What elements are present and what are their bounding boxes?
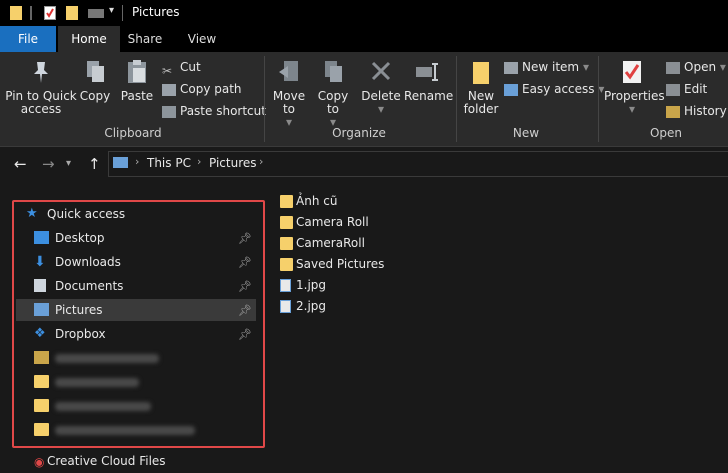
edit-button[interactable]: Edit	[666, 80, 707, 98]
tab-view[interactable]: View	[178, 26, 226, 52]
delete-button[interactable]: Delete ▾	[360, 58, 402, 116]
copy-button[interactable]: Copy	[78, 58, 112, 103]
separator	[456, 56, 457, 142]
image-file-icon	[280, 300, 291, 313]
pictures-icon	[113, 157, 128, 168]
folder-icon	[280, 237, 293, 250]
history-icon	[666, 105, 680, 118]
separator	[264, 56, 265, 142]
move-to-button[interactable]: Move to ▾	[268, 58, 310, 129]
chevron-down-icon: ▾	[377, 102, 385, 116]
breadcrumb-this-pc[interactable]: This PC	[147, 156, 191, 170]
folder-icon	[280, 258, 293, 271]
separator	[598, 56, 599, 142]
recent-locations-chevron-icon[interactable]: ▾	[66, 158, 71, 169]
separator	[122, 5, 123, 21]
folder-icon	[280, 195, 293, 208]
paste-shortcut-button[interactable]: Paste shortcut	[162, 102, 266, 120]
copy-to-icon	[320, 58, 346, 86]
rename-icon[interactable]	[88, 9, 104, 18]
properties-icon	[619, 58, 645, 86]
new-folder-button[interactable]: New folder	[460, 58, 502, 116]
paste-shortcut-icon	[162, 105, 176, 118]
breadcrumb-pictures[interactable]: Pictures	[209, 156, 257, 170]
chevron-down-icon: ▾	[582, 60, 589, 74]
new-folder-icon[interactable]	[66, 6, 78, 20]
tab-home[interactable]: Home	[58, 26, 120, 52]
copy-icon	[82, 58, 108, 86]
cut-button[interactable]: ✂ Cut	[162, 58, 201, 78]
easy-access-icon	[504, 83, 518, 96]
folder-icon	[10, 6, 22, 20]
open-icon	[666, 61, 680, 74]
history-button[interactable]: History	[666, 102, 727, 120]
copy-path-icon	[162, 83, 176, 96]
copy-path-button[interactable]: Copy path	[162, 80, 242, 98]
group-label-open: Open	[649, 126, 683, 140]
chevron-right-icon: ›	[197, 155, 202, 168]
paste-button[interactable]: Paste	[118, 58, 156, 103]
forward-arrow-icon[interactable]: →	[42, 155, 55, 173]
easy-access-button[interactable]: Easy access ▾	[504, 80, 604, 98]
separator	[30, 6, 32, 20]
group-label-new: New	[512, 126, 540, 140]
file-list: Ảnh cũ Camera Roll CameraRoll Saved Pict…	[270, 181, 728, 468]
edit-icon	[666, 83, 680, 96]
new-item-button[interactable]: New item ▾	[504, 58, 589, 76]
ribbon-tabs: File Home Share View	[0, 26, 728, 52]
copy-to-button[interactable]: Copy to ▾	[312, 58, 354, 129]
chevron-down-icon: ▾	[628, 102, 636, 116]
rename-icon	[414, 58, 440, 86]
group-label-organize: Organize	[332, 126, 386, 140]
tab-share[interactable]: Share	[122, 26, 168, 52]
scissors-icon: ✂	[162, 63, 173, 78]
delete-icon	[368, 58, 394, 86]
back-arrow-icon[interactable]: ←	[14, 155, 27, 173]
properties-button[interactable]: Properties ▾	[604, 58, 665, 116]
image-file-icon	[280, 279, 291, 292]
chevron-right-icon: ›	[135, 155, 140, 168]
ribbon: Pin to Quick access Copy Paste ✂ Cut Copy…	[0, 52, 728, 147]
move-to-icon	[276, 58, 302, 86]
new-item-icon	[504, 61, 518, 74]
properties-icon[interactable]	[44, 6, 56, 20]
address-row: ← → ▾ ↑ › This PC › Pictures ›	[0, 147, 728, 181]
pin-icon	[28, 58, 54, 86]
nav-item-creative-cloud-files[interactable]: ◉ Creative Cloud Files	[16, 450, 256, 472]
chevron-down-icon[interactable]: ▾	[109, 5, 121, 19]
pin-to-quick-access-button[interactable]: Pin to Quick access	[4, 58, 78, 116]
rename-button[interactable]: Rename	[404, 58, 453, 103]
chevron-down-icon: ▾	[719, 60, 726, 74]
tab-file[interactable]: File	[0, 26, 56, 52]
group-label-clipboard: Clipboard	[104, 126, 162, 140]
folder-icon	[280, 216, 293, 229]
window-title: Pictures	[132, 5, 180, 19]
address-bar[interactable]: › This PC › Pictures ›	[108, 151, 728, 177]
chevron-right-icon: ›	[259, 155, 264, 168]
open-button[interactable]: Open ▾	[666, 58, 726, 76]
paste-icon	[124, 58, 150, 86]
highlight-box	[12, 200, 265, 448]
up-arrow-icon[interactable]: ↑	[88, 155, 101, 173]
title-bar: ▾ Pictures	[0, 0, 728, 26]
new-folder-icon	[468, 58, 494, 86]
